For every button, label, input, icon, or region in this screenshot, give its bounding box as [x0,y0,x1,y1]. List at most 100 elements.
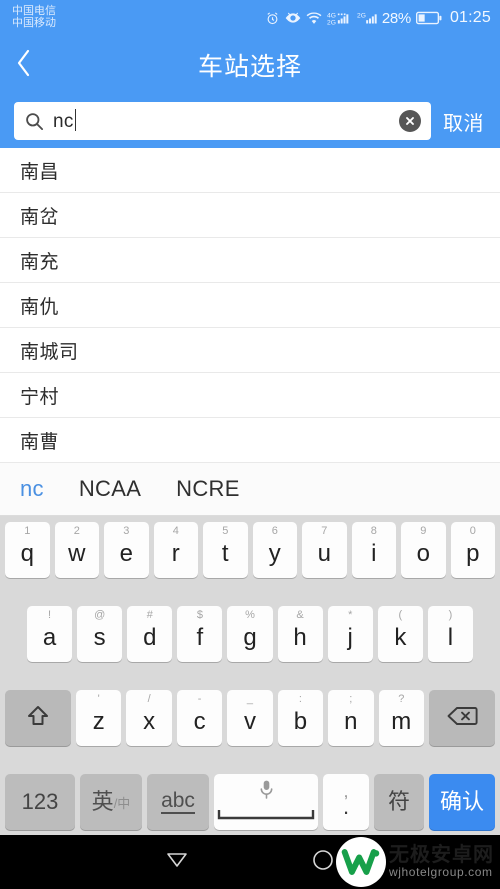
key-sup: - [197,693,202,705]
page-title: 车站选择 [197,53,302,81]
list-item[interactable]: 南昌 [0,148,500,193]
key-label: v [243,707,256,735]
key-label: p [466,539,480,567]
key-sup: ; [349,693,353,705]
key-label: l [447,623,454,651]
chevron-left-icon [14,48,33,83]
key-label: o [416,539,430,567]
key-l[interactable]: ) l [427,606,473,662]
battery-icon [415,11,442,25]
list-item[interactable]: 南充 [0,238,500,283]
nav-back-button[interactable] [153,838,201,886]
key-v[interactable]: _ v [227,690,273,746]
space-key[interactable] [214,774,318,830]
key-label: d [143,623,157,651]
status-bar: 中国电信 中国移动 4G 2G 2G 28% 01:25 [0,0,500,36]
key-z[interactable]: ' z [76,690,122,746]
key-j[interactable]: * j [327,606,373,662]
key-p[interactable]: 0p [450,522,495,578]
key-g[interactable]: % g [227,606,273,662]
key-sup: ) [448,609,453,621]
key-label: i [371,539,377,567]
key-sup: 2 [73,525,80,537]
key-sup: ! [48,609,52,621]
key-label: f [196,623,204,651]
key-b[interactable]: :b [277,690,324,746]
key-sup: 3 [123,525,130,537]
symbol-mode-key[interactable]: 符 [374,774,424,830]
list-item[interactable]: 南曹 [0,418,500,463]
search-input-text: nc [53,111,74,132]
microphone-icon[interactable] [259,779,274,805]
key-o[interactable]: 9o [401,522,446,578]
candidate-item[interactable]: NCRE [176,476,240,502]
key-sup: # [146,609,153,621]
shift-key[interactable] [5,690,72,746]
key-s[interactable]: @ s [77,606,123,662]
back-button[interactable] [14,36,58,94]
key-label: r [171,539,180,567]
candidate-item[interactable]: NCAA [79,476,141,502]
svg-text:2G: 2G [327,19,336,26]
key-c[interactable]: -c [176,690,223,746]
key-sup: / [147,693,151,705]
search-input[interactable]: nc [14,102,431,140]
key-e[interactable]: 3e [104,522,149,578]
text-caret [74,109,77,131]
list-item[interactable]: 南城司 [0,328,500,373]
key-label: j [347,623,353,651]
list-item[interactable]: 南仇 [0,283,500,328]
comma-period-key[interactable]: , . [323,774,369,830]
station-result-list[interactable]: 南昌 南岔 南充 南仇 南城司 宁村 南曹 [0,148,500,463]
key-label: 英 [91,789,114,814]
backspace-key[interactable] [428,690,495,746]
candidate-item[interactable]: nc [20,476,44,502]
key-w[interactable]: 2w [54,522,99,578]
list-item[interactable]: 宁村 [0,373,500,418]
watermark-url: wjhotelgroup.com [389,865,493,880]
keyboard-row-4: 123 英/中 abc , . 符 确认 [3,774,497,830]
on-screen-keyboard: 1q 2w 3e 4r 5t 6y 7u 8i 9o 0p ! a @ s # d $… [0,516,500,835]
key-h[interactable]: & h [277,606,323,662]
key-i[interactable]: 8i [351,522,396,578]
key-label: y [268,539,281,567]
key-t[interactable]: 5t [203,522,248,578]
enter-confirm-key[interactable]: 确认 [429,774,495,830]
key-f[interactable]: $ f [177,606,223,662]
ime-candidate-bar: nc NCAA NCRE [0,463,500,516]
key-q[interactable]: 1q [5,522,50,578]
key-label: 确认 [439,789,484,814]
cancel-button[interactable]: 取消 [431,107,490,136]
key-sup: 1 [24,525,31,537]
key-sup: 4 [172,525,179,537]
space-underline-icon [216,807,316,825]
keyboard-row-3: ' z / x -c _ v :b ; n ? m [3,690,497,746]
key-sup: 8 [370,525,377,537]
language-toggle-key[interactable]: 英/中 [80,774,142,830]
key-sup: : [298,693,302,705]
key-u[interactable]: 7u [302,522,347,578]
carrier-secondary: 中国移动 [12,17,56,29]
abc-mode-key[interactable]: abc [147,774,209,830]
list-item[interactable]: 南岔 [0,193,500,238]
status-icons: 4G 2G 2G 28% 01:25 [265,9,491,27]
shift-arrow-icon [25,703,51,734]
key-label: u [317,539,331,567]
key-m[interactable]: ? m [378,690,424,746]
key-k[interactable]: (k [377,606,423,662]
key-y[interactable]: 6y [252,522,297,578]
key-sup: 9 [420,525,427,537]
key-label: w [68,539,86,567]
key-sup: ' [97,693,100,705]
signal-4g-icon: 4G 2G [327,11,352,26]
key-n[interactable]: ; n [328,690,374,746]
clear-search-button[interactable] [399,110,421,132]
key-d[interactable]: # d [127,606,173,662]
key-label: e [119,539,133,567]
key-label: n [344,707,358,735]
key-x[interactable]: / x [126,690,172,746]
key-r[interactable]: 4r [153,522,198,578]
key-a[interactable]: ! a [27,606,73,662]
backspace-icon [446,705,478,732]
numeric-mode-key[interactable]: 123 [5,774,75,830]
